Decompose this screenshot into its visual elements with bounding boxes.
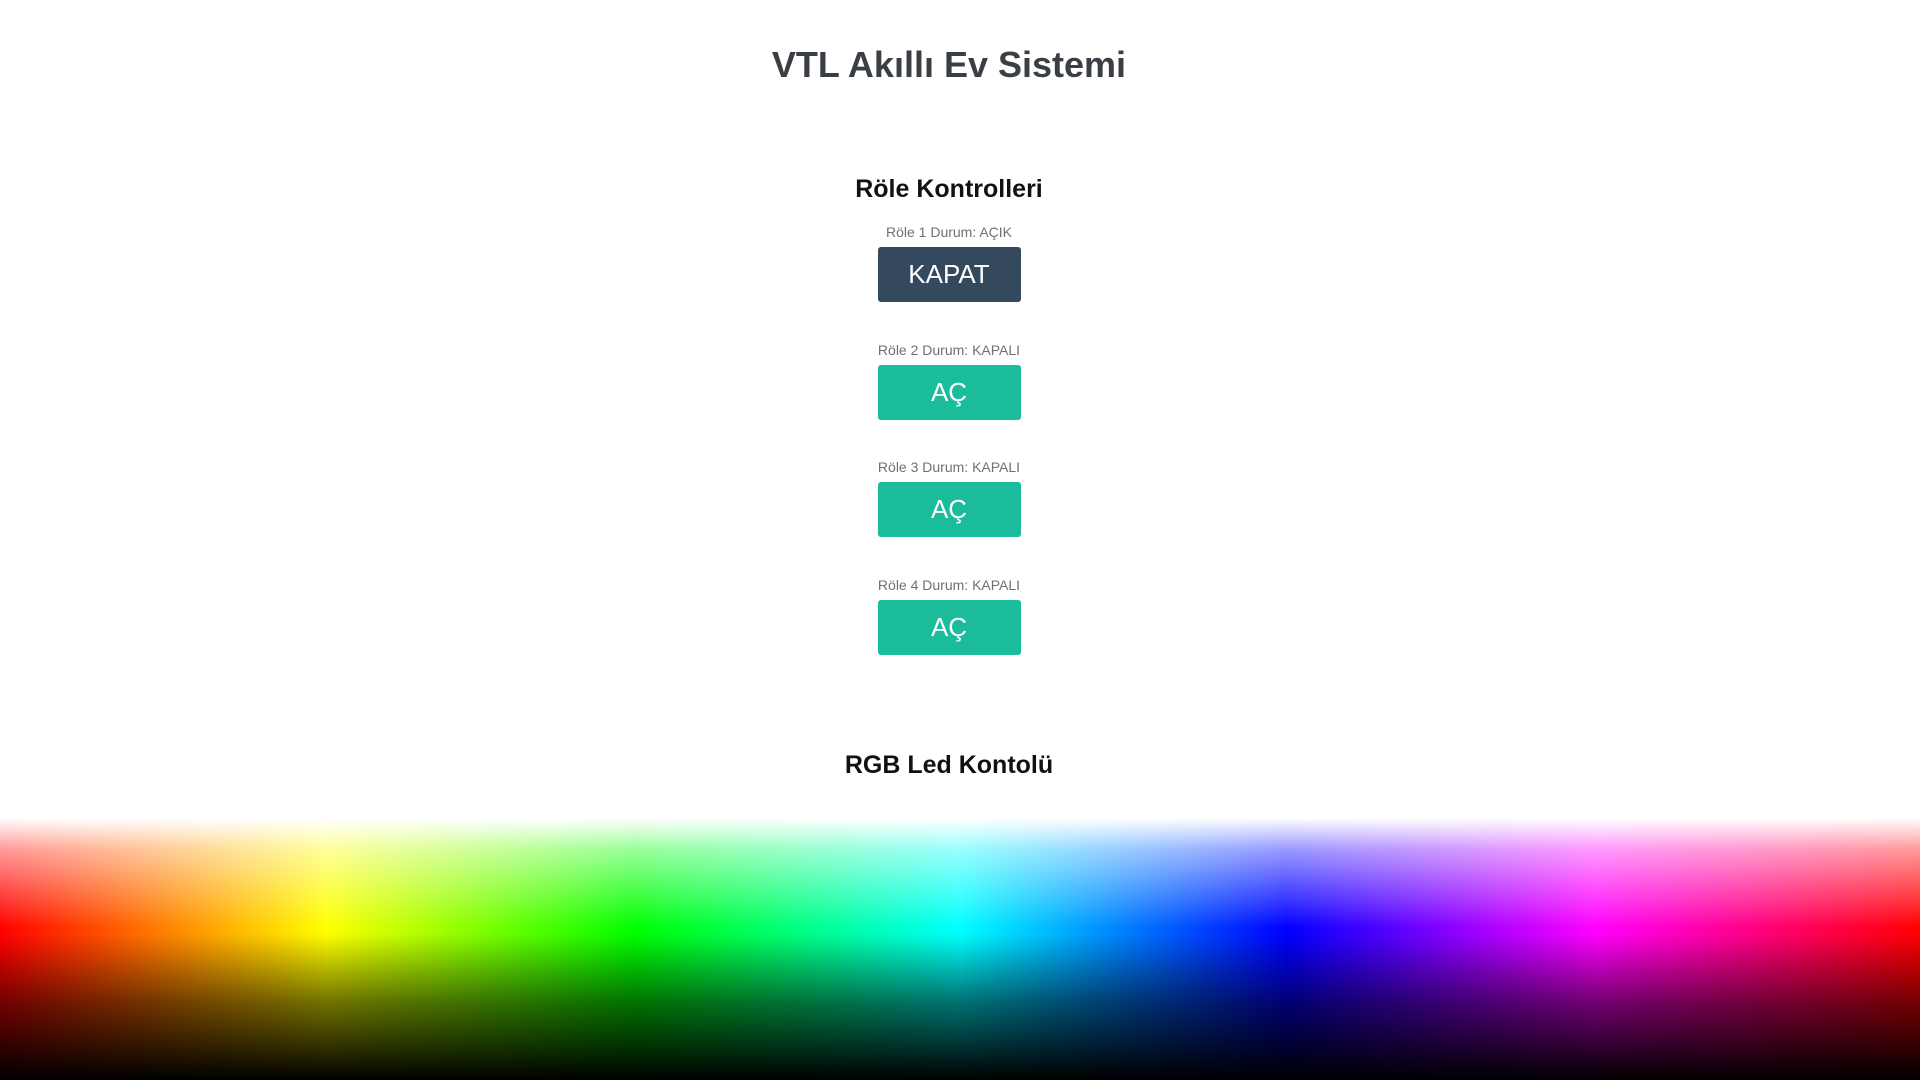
relay-3-block: Röle 3 Durum: KAPALI AÇ	[0, 457, 1898, 537]
relay-2-block: Röle 2 Durum: KAPALI AÇ	[0, 340, 1898, 420]
page-title: VTL Akıllı Ev Sistemi	[771, 44, 1127, 85]
page: VTL Akıllı Ev Sistemi Röle Kontrolleri R…	[0, 0, 1920, 1080]
relay-section-title: Röle Kontrolleri	[855, 175, 1043, 203]
rgb-color-picker[interactable]	[0, 818, 1920, 1080]
relay-3-toggle-button[interactable]: AÇ	[877, 482, 1021, 537]
relay-1-block: Röle 1 Durum: AÇIK KAPAT	[0, 222, 1898, 302]
relay-4-block: Röle 4 Durum: KAPALI AÇ	[0, 575, 1898, 655]
relay-2-status: Röle 2 Durum: KAPALI	[877, 342, 1021, 358]
relay-4-status: Röle 4 Durum: KAPALI	[877, 577, 1021, 593]
relay-1-toggle-button[interactable]: KAPAT	[877, 247, 1021, 302]
rgb-section-title: RGB Led Kontolü	[844, 751, 1054, 779]
relay-3-status: Röle 3 Durum: KAPALI	[877, 459, 1021, 475]
relay-1-status: Röle 1 Durum: AÇIK	[885, 224, 1013, 240]
rgb-shade-gradient	[0, 818, 1920, 1080]
relay-4-toggle-button[interactable]: AÇ	[877, 600, 1021, 655]
relay-2-toggle-button[interactable]: AÇ	[877, 365, 1021, 420]
